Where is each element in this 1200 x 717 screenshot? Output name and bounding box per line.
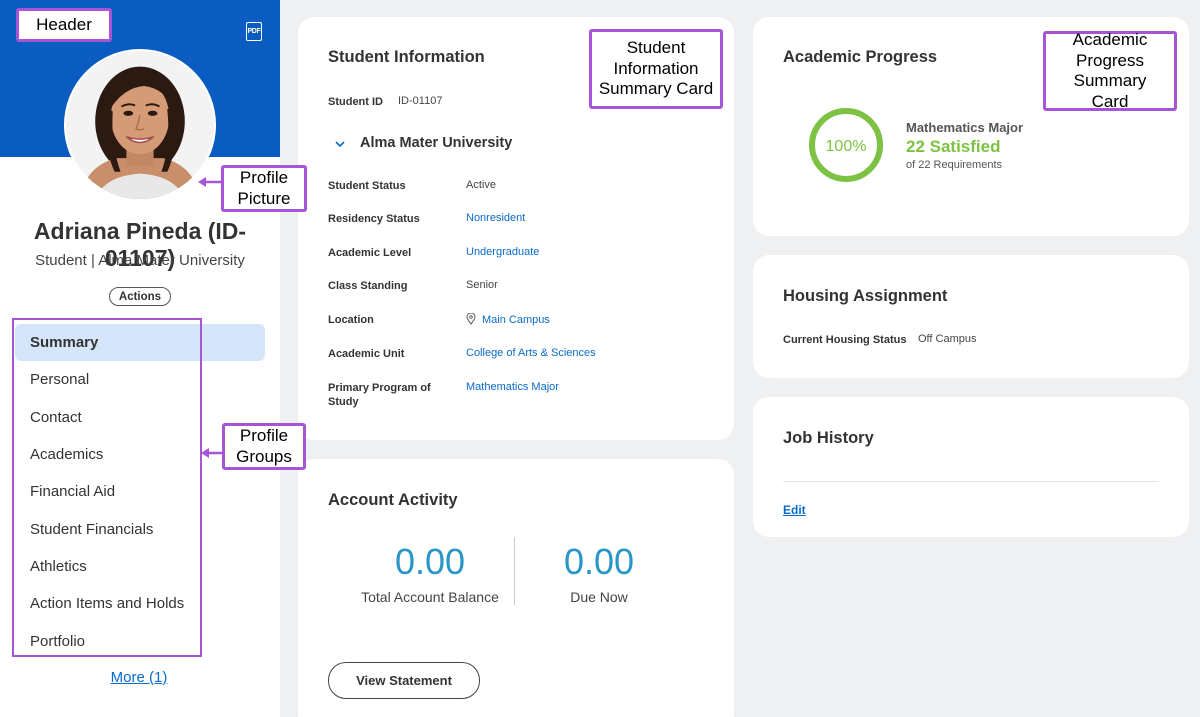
requirements-count: of 22 Requirements — [906, 159, 1002, 171]
view-statement-button[interactable]: View Statement — [328, 662, 480, 699]
field-label: Student Status — [328, 180, 406, 192]
divider — [783, 481, 1159, 482]
callout-profile-picture: Profile Picture — [221, 165, 307, 212]
card-title: Account Activity — [328, 491, 458, 509]
card-title: Job History — [783, 429, 874, 447]
profile-subtitle: Student | Alma Mater University — [35, 252, 245, 269]
more-link[interactable]: More (1) — [0, 669, 278, 686]
chevron-down-icon[interactable] — [335, 139, 345, 149]
field-label: Academic Level — [328, 247, 412, 259]
card-title: Student Information — [328, 48, 485, 66]
pdf-export-icon[interactable]: PDF — [246, 22, 262, 41]
callout-profile-groups: Profile Groups — [222, 423, 306, 470]
university-heading[interactable]: Alma Mater University — [360, 135, 512, 151]
field-label: Academic Unit — [328, 348, 405, 360]
student-id-label: Student ID — [328, 96, 383, 108]
callout-student-information-text: Student Information Summary Card — [598, 38, 714, 99]
job-history-card: Job History Edit — [753, 397, 1189, 537]
callout-arrow — [201, 448, 225, 458]
callout-profile-picture-text: Profile Picture — [237, 168, 291, 208]
field-value[interactable]: Mathematics Major — [466, 381, 559, 393]
progress-ring: 100% — [809, 108, 883, 182]
field-value[interactable]: Nonresident — [466, 212, 525, 224]
nav-item-portfolio[interactable]: Portfolio — [15, 622, 265, 659]
satisfied-count: 22 Satisfied — [906, 137, 1001, 156]
callout-student-information-card: Student Information Summary Card — [589, 29, 723, 109]
callout-arrow — [198, 177, 222, 187]
nav-item-financial-aid[interactable]: Financial Aid — [15, 473, 265, 510]
field-value[interactable]: Main Campus — [482, 314, 550, 326]
avatar — [64, 49, 216, 201]
due-now-value: 0.00 — [563, 541, 635, 582]
nav-item-athletics[interactable]: Athletics — [15, 548, 265, 585]
housing-status-label: Current Housing Status — [783, 334, 907, 346]
edit-link[interactable]: Edit — [783, 503, 806, 517]
field-label: Primary Program of Study — [328, 382, 431, 408]
actions-button[interactable]: Actions — [109, 287, 171, 306]
housing-status-value: Off Campus — [918, 333, 977, 345]
due-now-label: Due Now — [570, 589, 628, 605]
account-activity-card: Account Activity 0.00 Total Account Bala… — [298, 459, 734, 717]
card-title: Housing Assignment — [783, 287, 948, 305]
progress-percent: 100% — [826, 138, 867, 155]
location-pin-icon — [466, 312, 476, 325]
card-title: Academic Progress — [783, 48, 938, 66]
field-value[interactable]: College of Arts & Sciences — [466, 347, 596, 359]
callout-header: Header — [16, 8, 112, 42]
housing-assignment-card: Housing Assignment Current Housing Statu… — [753, 255, 1189, 378]
callout-profile-groups-text: Profile Groups — [236, 426, 292, 466]
nav-item-personal[interactable]: Personal — [15, 361, 265, 398]
nav-item-action-items-and-holds[interactable]: Action Items and Holds — [15, 585, 265, 622]
field-label: Class Standing — [328, 280, 408, 292]
field-value: Active — [466, 179, 496, 191]
field-label: Residency Status — [328, 213, 420, 225]
nav-item-student-financials[interactable]: Student Financials — [15, 510, 265, 547]
field-label: Location — [328, 314, 374, 326]
profile-groups-nav: Summary Personal Contact Academics Financial… — [15, 324, 265, 660]
callout-academic-progress-card: Academic Progress Summary Card — [1043, 30, 1177, 111]
field-value: Senior — [466, 279, 498, 291]
profile-picture-image — [66, 51, 214, 199]
field-value-with-icon[interactable]: Main Campus — [466, 312, 550, 326]
profile-panel: PDF Adriana Pineda (ID-01107) Student | … — [0, 0, 280, 717]
field-value[interactable]: Undergraduate — [466, 246, 539, 258]
nav-item-summary[interactable]: Summary — [15, 324, 265, 362]
callout-academic-progress-text: Academic Progress Summary Card — [1072, 30, 1148, 111]
student-id-value: ID-01107 — [398, 95, 443, 107]
program-name: Mathematics Major — [906, 120, 1024, 135]
